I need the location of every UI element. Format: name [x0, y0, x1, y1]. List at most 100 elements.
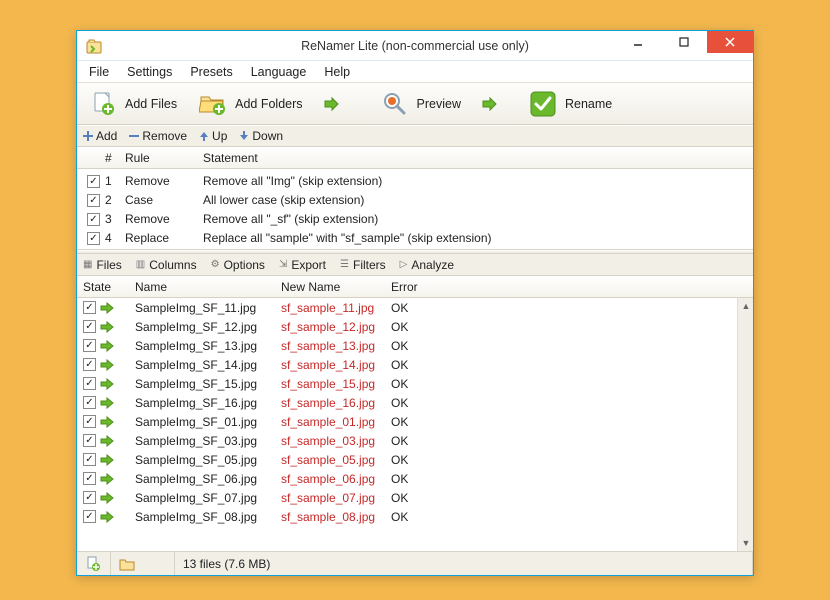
scroll-down-icon[interactable]: ▼ [738, 535, 753, 551]
file-error: OK [391, 377, 451, 391]
arrow-right-icon [100, 397, 114, 409]
file-new-name: sf_sample_15.jpg [281, 377, 391, 391]
files-col-state[interactable]: State [83, 280, 135, 294]
file-row[interactable]: ✓SampleImg_SF_07.jpgsf_sample_07.jpgOK [77, 488, 737, 507]
files-col-new[interactable]: New Name [281, 280, 391, 294]
files-col-name[interactable]: Name [135, 280, 281, 294]
file-row[interactable]: ✓SampleImg_SF_13.jpgsf_sample_13.jpgOK [77, 336, 737, 355]
file-checkbox[interactable]: ✓ [83, 415, 96, 428]
rename-icon [529, 90, 557, 118]
files-col-error[interactable]: Error [391, 280, 451, 294]
arrow-right-icon [100, 321, 114, 333]
rule-remove-button[interactable]: Remove [129, 129, 187, 143]
file-checkbox[interactable]: ✓ [83, 301, 96, 314]
file-row[interactable]: ✓SampleImg_SF_01.jpgsf_sample_01.jpgOK [77, 412, 737, 431]
rule-add-button[interactable]: Add [83, 129, 117, 143]
preview-button[interactable]: Preview [377, 87, 471, 121]
files-menu-filters[interactable]: ☰Filters [340, 258, 386, 272]
rule-down-button[interactable]: Down [239, 129, 283, 143]
rule-row[interactable]: ✓4ReplaceReplace all "sample" with "sf_s… [77, 228, 753, 247]
file-row[interactable]: ✓SampleImg_SF_11.jpgsf_sample_11.jpgOK [77, 298, 737, 317]
add-folders-label: Add Folders [235, 97, 302, 111]
file-checkbox[interactable]: ✓ [83, 358, 96, 371]
file-row[interactable]: ✓SampleImg_SF_14.jpgsf_sample_14.jpgOK [77, 355, 737, 374]
rule-checkbox[interactable]: ✓ [87, 232, 100, 245]
arrow-right-icon [100, 492, 114, 504]
maximize-button[interactable] [661, 31, 707, 53]
arrow-right-icon [100, 359, 114, 371]
file-error: OK [391, 301, 451, 315]
file-new-name: sf_sample_11.jpg [281, 301, 391, 315]
rule-statement: All lower case (skip extension) [199, 193, 753, 207]
file-checkbox[interactable]: ✓ [83, 396, 96, 409]
files-menu-export[interactable]: ⇲Export [279, 258, 326, 272]
menu-presets[interactable]: Presets [182, 63, 240, 81]
files-menu-options[interactable]: ⚙Options [211, 258, 265, 272]
file-row[interactable]: ✓SampleImg_SF_12.jpgsf_sample_12.jpgOK [77, 317, 737, 336]
file-row[interactable]: ✓SampleImg_SF_16.jpgsf_sample_16.jpgOK [77, 393, 737, 412]
rule-up-button[interactable]: Up [199, 129, 227, 143]
rules-toolbar: Add Remove Up Down [77, 125, 753, 147]
add-folders-button[interactable]: Add Folders [195, 87, 312, 121]
menu-help[interactable]: Help [316, 63, 358, 81]
rules-col-num[interactable]: # [101, 151, 121, 165]
add-files-button[interactable]: Add Files [85, 87, 187, 121]
arrow-right-icon [100, 302, 114, 314]
rule-add-label: Add [96, 129, 117, 143]
vertical-scrollbar[interactable]: ▲ ▼ [737, 298, 753, 551]
rule-checkbox[interactable]: ✓ [87, 194, 100, 207]
close-button[interactable] [707, 31, 753, 53]
rule-checkbox[interactable]: ✓ [87, 213, 100, 226]
files-menu-columns[interactable]: ▥Columns [136, 258, 197, 272]
rule-row[interactable]: ✓1RemoveRemove all "Img" (skip extension… [77, 171, 753, 190]
file-row[interactable]: ✓SampleImg_SF_06.jpgsf_sample_06.jpgOK [77, 469, 737, 488]
file-row[interactable]: ✓SampleImg_SF_05.jpgsf_sample_05.jpgOK [77, 450, 737, 469]
file-checkbox[interactable]: ✓ [83, 491, 96, 504]
file-new-name: sf_sample_13.jpg [281, 339, 391, 353]
menu-language[interactable]: Language [243, 63, 315, 81]
file-checkbox[interactable]: ✓ [83, 434, 96, 447]
rules-list: ✓1RemoveRemove all "Img" (skip extension… [77, 169, 753, 250]
files-menu-analyze[interactable]: ▷Analyze [400, 258, 454, 272]
rule-statement: Remove all "Img" (skip extension) [199, 174, 753, 188]
app-icon [85, 37, 103, 55]
file-error: OK [391, 453, 451, 467]
rule-statement: Remove all "_sf" (skip extension) [199, 212, 753, 226]
rule-statement: Replace all "sample" with "sf_sample" (s… [199, 231, 753, 245]
file-checkbox[interactable]: ✓ [83, 510, 96, 523]
status-add-file-icon[interactable] [77, 552, 111, 575]
rules-col-rule[interactable]: Rule [121, 151, 199, 165]
arrow-right-icon [100, 511, 114, 523]
minimize-button[interactable] [615, 31, 661, 53]
file-error: OK [391, 339, 451, 353]
rule-number: 1 [101, 174, 121, 188]
menu-settings[interactable]: Settings [119, 63, 180, 81]
file-row[interactable]: ✓SampleImg_SF_03.jpgsf_sample_03.jpgOK [77, 431, 737, 450]
file-new-name: sf_sample_01.jpg [281, 415, 391, 429]
rename-button[interactable]: Rename [525, 87, 622, 121]
rule-type: Case [121, 193, 199, 207]
rule-row[interactable]: ✓2CaseAll lower case (skip extension) [77, 190, 753, 209]
file-row[interactable]: ✓SampleImg_SF_08.jpgsf_sample_08.jpgOK [77, 507, 737, 526]
app-window: ReNamer Lite (non-commercial use only) F… [76, 30, 754, 576]
file-checkbox[interactable]: ✓ [83, 453, 96, 466]
status-add-folder-icon[interactable] [111, 552, 175, 575]
file-checkbox[interactable]: ✓ [83, 472, 96, 485]
files-menu-files[interactable]: ▦Files [83, 258, 122, 272]
statusbar: 13 files (7.6 MB) [77, 551, 753, 575]
file-checkbox[interactable]: ✓ [83, 339, 96, 352]
menu-file[interactable]: File [81, 63, 117, 81]
titlebar: ReNamer Lite (non-commercial use only) [77, 31, 753, 61]
rule-row[interactable]: ✓3RemoveRemove all "_sf" (skip extension… [77, 209, 753, 228]
file-checkbox[interactable]: ✓ [83, 320, 96, 333]
rules-header: # Rule Statement [77, 147, 753, 169]
rule-checkbox[interactable]: ✓ [87, 175, 100, 188]
arrow-right-icon [100, 378, 114, 390]
file-error: OK [391, 510, 451, 524]
file-checkbox[interactable]: ✓ [83, 377, 96, 390]
scroll-up-icon[interactable]: ▲ [738, 298, 753, 314]
rule-type: Replace [121, 231, 199, 245]
file-row[interactable]: ✓SampleImg_SF_15.jpgsf_sample_15.jpgOK [77, 374, 737, 393]
rule-type: Remove [121, 212, 199, 226]
rules-col-stmt[interactable]: Statement [199, 151, 753, 165]
